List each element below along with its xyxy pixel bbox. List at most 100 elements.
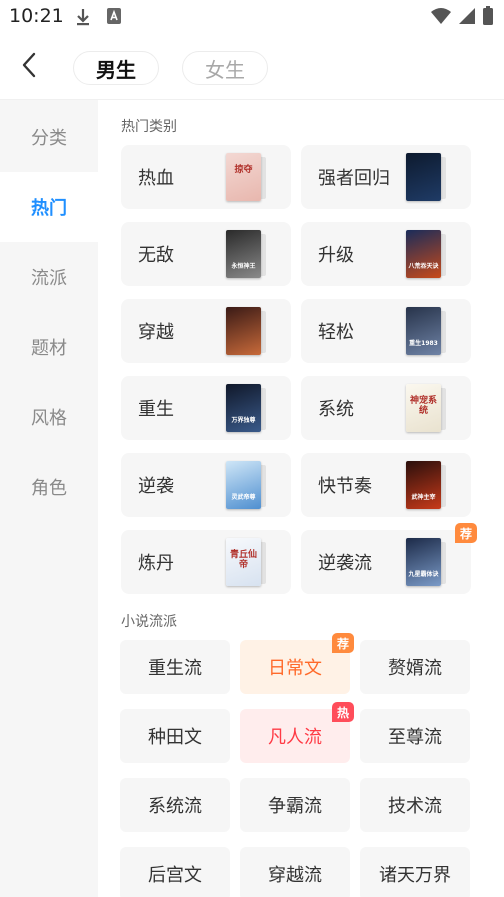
sidebar-item-label: 热门 xyxy=(31,198,67,219)
book-cover-image xyxy=(226,307,261,355)
download-icon xyxy=(74,7,92,31)
genre-chip[interactable]: 日常文荐 xyxy=(240,633,354,694)
status-time: 10:21 xyxy=(9,5,64,27)
genre-chip[interactable]: 至尊流 xyxy=(360,709,470,763)
genre-chip[interactable]: 赘婿流 xyxy=(360,640,470,694)
tab-female[interactable]: 女生 xyxy=(182,51,268,85)
book-cover-title: 永恒神王 xyxy=(231,263,256,270)
sidebar-item-fenlei[interactable]: 分类 xyxy=(0,102,98,172)
sidebar-item-label: 题材 xyxy=(31,338,67,359)
book-cover-image: 武神主宰 xyxy=(406,461,441,509)
category-label: 炼丹 xyxy=(138,553,174,574)
book-cover-title: 八荒吞天诀 xyxy=(408,263,439,270)
book-cover-image: 永恒神王 xyxy=(226,230,261,278)
book-cover-stack: 九星霸体诀 xyxy=(406,538,448,586)
book-cover-image: 万界独尊 xyxy=(226,384,261,432)
genre-chip[interactable]: 诸天万界 xyxy=(360,847,470,897)
sidebar-item-liupai[interactable]: 流派 xyxy=(0,242,98,312)
book-cover-title: 掠夺 xyxy=(234,165,253,175)
recommend-badge: 荐 xyxy=(332,633,354,653)
category-card[interactable]: 逆袭流九星霸体诀 荐 xyxy=(301,523,477,594)
book-cover-stack: 武神主宰 xyxy=(406,461,448,509)
category-label: 穿越 xyxy=(138,322,174,343)
category-card[interactable]: 炼丹 青丘仙帝 xyxy=(121,530,291,594)
genre-chip-label: 日常文 xyxy=(268,658,322,679)
tab-female-label: 女生 xyxy=(205,57,245,82)
recommend-badge: 荐 xyxy=(455,523,477,543)
category-card[interactable]: 系统 神宠系统 xyxy=(301,376,471,440)
sidebar-item-label: 分类 xyxy=(31,128,67,149)
category-label: 逆袭 xyxy=(138,476,174,497)
genre-chip[interactable]: 争霸流 xyxy=(240,778,350,832)
book-cover-title: 神宠系统 xyxy=(409,396,437,416)
category-label: 系统 xyxy=(318,399,354,420)
category-card[interactable]: 穿越 xyxy=(121,299,291,363)
book-cover-image: 重生1983 xyxy=(406,307,441,355)
book-cover-stack: 永恒神王 xyxy=(226,230,268,278)
section-title-genre: 小说流派 xyxy=(121,614,177,630)
book-cover-stack: 灵武帝尊 xyxy=(226,461,268,509)
book-cover-title: 青丘仙帝 xyxy=(229,550,257,570)
sidebar-item-fengge[interactable]: 风格 xyxy=(0,382,98,452)
book-cover-stack: 重生1983 xyxy=(406,307,448,355)
category-label: 无敌 xyxy=(138,245,174,266)
genre-chip[interactable]: 系统流 xyxy=(120,778,230,832)
sidebar-item-ticai[interactable]: 题材 xyxy=(0,312,98,382)
book-cover-title: 重生1983 xyxy=(409,340,438,347)
book-cover-image: 神宠系统 xyxy=(406,384,441,432)
genre-chip[interactable]: 技术流 xyxy=(360,778,470,832)
category-label: 逆袭流 xyxy=(318,553,372,574)
genre-chip-label: 穿越流 xyxy=(268,865,322,886)
category-label: 轻松 xyxy=(318,322,354,343)
genre-chip-label: 种田文 xyxy=(148,727,202,748)
genre-chip-label: 凡人流 xyxy=(268,727,322,748)
genre-chip-label: 诸天万界 xyxy=(379,865,451,886)
category-label: 重生 xyxy=(138,399,174,420)
category-card[interactable]: 强者回归 xyxy=(301,145,471,209)
header: 男生 女生 xyxy=(0,34,504,100)
battery-icon xyxy=(482,6,494,30)
book-cover-image: 掠夺 xyxy=(226,153,261,201)
book-cover-title: 九星霸体诀 xyxy=(408,571,439,578)
genre-chip-label: 争霸流 xyxy=(268,796,322,817)
book-cover-stack: 掠夺 xyxy=(226,153,268,201)
book-cover-stack: 青丘仙帝 xyxy=(226,538,268,586)
sidebar-item-remen[interactable]: 热门 xyxy=(0,172,98,242)
book-cover-image: 九星霸体诀 xyxy=(406,538,441,586)
sidebar-item-label: 流派 xyxy=(31,268,67,289)
category-label: 升级 xyxy=(318,245,354,266)
book-cover-stack: 八荒吞天诀 xyxy=(406,230,448,278)
category-label: 强者回归 xyxy=(318,168,390,189)
genre-chip-label: 技术流 xyxy=(388,796,442,817)
category-card[interactable]: 逆袭灵武帝尊 xyxy=(121,453,291,517)
wifi-icon xyxy=(430,7,452,29)
genre-chip[interactable]: 重生流 xyxy=(120,640,230,694)
hot-badge: 热 xyxy=(332,702,354,722)
genre-chip-label: 至尊流 xyxy=(388,727,442,748)
genre-chip[interactable]: 种田文 xyxy=(120,709,230,763)
sidebar: 分类 热门 流派 题材 风格 角色 xyxy=(0,100,98,897)
category-card[interactable]: 升级八荒吞天诀 xyxy=(301,222,471,286)
category-card[interactable]: 重生万界独尊 xyxy=(121,376,291,440)
book-cover-stack xyxy=(226,307,268,355)
book-cover-title: 万界独尊 xyxy=(231,417,256,424)
category-card[interactable]: 快节奏 武神主宰 xyxy=(301,453,471,517)
genre-chip[interactable]: 穿越流 xyxy=(240,847,350,897)
category-card[interactable]: 热血 掠夺 xyxy=(121,145,291,209)
book-cover-image: 青丘仙帝 xyxy=(226,538,261,586)
category-card[interactable]: 轻松重生1983 xyxy=(301,299,471,363)
category-label: 快节奏 xyxy=(318,476,372,497)
genre-chip[interactable]: 凡人流热 xyxy=(240,702,354,763)
category-card[interactable]: 无敌永恒神王 xyxy=(121,222,291,286)
sim-card-icon xyxy=(106,7,122,29)
book-cover-title: 灵武帝尊 xyxy=(231,494,256,501)
genre-chip-label: 赘婿流 xyxy=(388,658,442,679)
book-cover-image: 八荒吞天诀 xyxy=(406,230,441,278)
genre-chip-label: 重生流 xyxy=(148,658,202,679)
back-button[interactable] xyxy=(14,52,44,82)
sidebar-item-juese[interactable]: 角色 xyxy=(0,452,98,522)
tab-male[interactable]: 男生 xyxy=(73,51,159,85)
genre-chip[interactable]: 后宫文 xyxy=(120,847,230,897)
status-bar: 10:21 xyxy=(0,0,504,34)
genre-chip-label: 系统流 xyxy=(148,796,202,817)
